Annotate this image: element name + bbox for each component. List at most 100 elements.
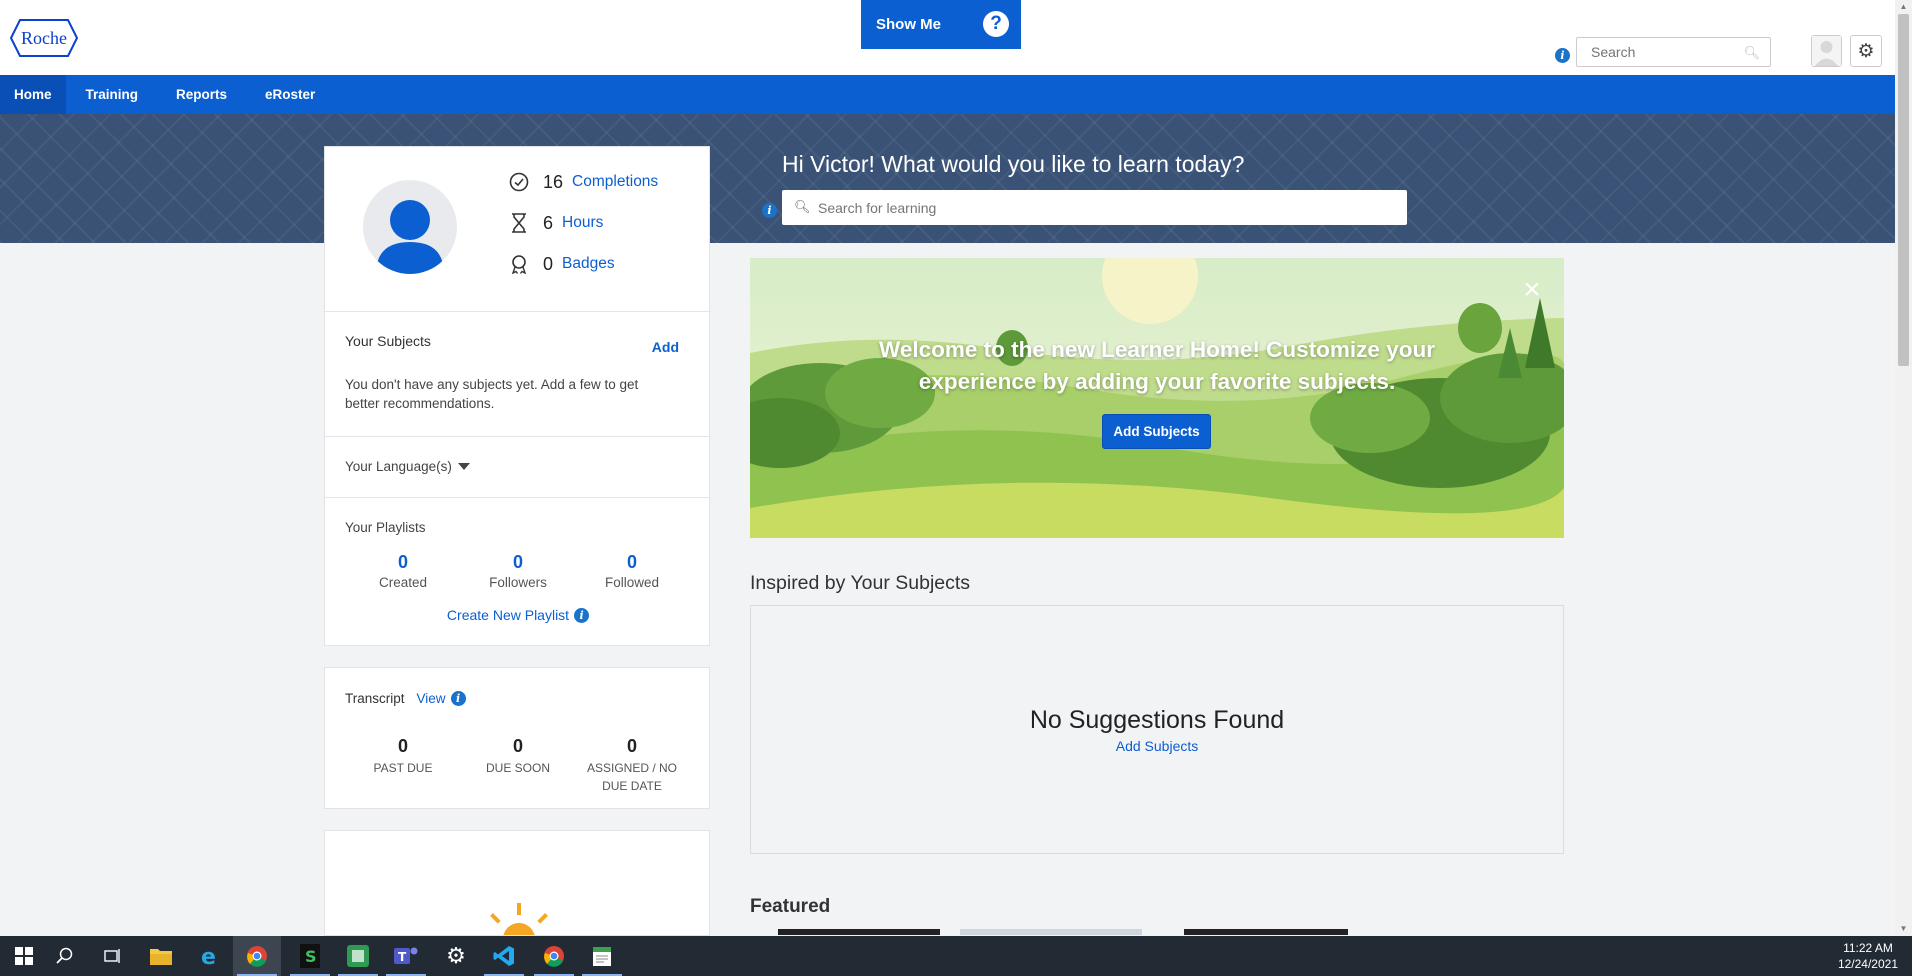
transcript-title: Transcript [345,691,405,706]
caret-down-icon [457,462,470,470]
app-s-taskbar[interactable]: S [286,936,334,976]
transcript-past-due[interactable]: 0 PAST DUE [348,736,458,777]
global-search[interactable]: 🔍︎ [1576,37,1771,67]
landscape-illustration [750,258,1564,538]
top-header: Roche Show Me ? i 🔍︎ ⚙ [0,0,1895,75]
chrome-taskbar-active[interactable] [233,936,281,976]
transcript-view-link[interactable]: View [417,691,446,706]
badges-link[interactable]: Badges [562,255,615,273]
chrome-icon [247,946,267,967]
global-search-input[interactable] [1577,38,1737,66]
transcript-card: Transcript View i 0 PAST DUE 0 DUE SOON … [324,667,710,809]
add-subject-link[interactable]: Add [652,339,679,355]
vscode-icon [493,946,514,966]
teams-icon: T [394,947,418,964]
show-me-label: Show Me [876,16,942,33]
search-icon[interactable]: 🔍︎ [1743,45,1760,61]
nav-training[interactable]: Training [72,75,153,114]
hours-count: 6 [543,212,554,233]
past-due-label: PAST DUE [373,761,433,775]
hours-link[interactable]: Hours [562,214,603,232]
no-suggestions-title: No Suggestions Found [1029,706,1285,734]
show-me-button[interactable]: Show Me ? [861,0,1021,49]
file-explorer-taskbar[interactable] [137,936,185,976]
stat-completions: 16 Completions [507,170,658,194]
due-soon-count: 0 [512,736,523,756]
close-icon[interactable]: × [1518,275,1546,305]
vscode-taskbar[interactable] [480,936,528,976]
playlists-title: Your Playlists [345,520,426,535]
learning-search[interactable]: 🔍︎ [782,190,1407,225]
settings-taskbar[interactable]: ⚙ [432,936,480,976]
gear-icon: ⚙ [446,943,466,968]
user-silhouette-icon [1812,36,1841,66]
language-dropdown[interactable]: Your Language(s) [345,459,470,474]
scroll-up-arrow-icon[interactable]: ▲ [1895,0,1912,14]
featured-item-2[interactable] [960,929,1142,935]
playlists-created[interactable]: 0 Created [348,552,458,590]
user-avatar-button[interactable] [1811,35,1842,67]
featured-item-3[interactable] [1184,929,1348,935]
playlist-info-icon[interactable]: i [574,607,590,623]
language-section: Your Language(s) [325,436,711,497]
nav-home[interactable]: Home [0,75,66,114]
person-icon [376,200,444,274]
settings-button[interactable]: ⚙ [1850,35,1882,67]
transcript-assigned[interactable]: 0 ASSIGNED / NO DUE DATE [577,736,687,795]
scroll-down-arrow-icon[interactable]: ▼ [1895,922,1912,936]
learning-search-input[interactable] [782,190,1372,225]
create-playlist-row: Create New Playlist i [325,607,711,623]
transcript-info-icon[interactable]: i [450,691,466,706]
playlists-followers[interactable]: 0 Followers [463,552,573,590]
suggestions-panel: No Suggestions Found Add Subjects [750,605,1564,854]
help-icon: ? [983,11,1009,37]
sun-icon [490,903,548,935]
s-app-icon: S [300,944,320,968]
playlists-section: Your Playlists 0 Created 0 Followers 0 F… [325,497,711,646]
due-soon-label: DUE SOON [485,761,550,775]
subjects-section: Your Subjects Add You don't have any sub… [325,311,711,436]
learning-search-info-icon[interactable]: i [762,203,777,218]
info-icon[interactable]: i [1555,48,1570,63]
featured-heading: Featured [750,896,831,917]
stat-hours: 6 Hours [507,211,603,235]
promo-card [324,830,710,936]
playlists-followed[interactable]: 0 Followed [577,552,687,590]
create-playlist-link[interactable]: Create New Playlist [447,607,569,623]
profile-card: 16 Completions 6 Hours 0 Badges Your Sub… [324,146,711,646]
main-nav: Home Training Reports eRoster [0,75,1895,114]
nav-reports[interactable]: Reports [162,75,241,114]
clock-date: 12/24/2021 [1837,957,1898,971]
suggestions-add-subjects-link[interactable]: Add Subjects [751,738,1563,754]
svg-text:S: S [305,947,317,966]
page-scrollbar[interactable]: ▲ ▼ [1895,0,1912,936]
gear-icon: ⚙ [1857,40,1875,62]
notepad-icon [593,947,611,966]
language-label: Your Language(s) [345,459,452,474]
subjects-empty-text: You don't have any subjects yet. Add a f… [345,377,639,411]
editor-taskbar[interactable] [578,936,626,976]
roche-logo[interactable]: Roche [9,18,79,58]
clock-time: 11:22 AM [1843,941,1893,955]
nav-eroster[interactable]: eRoster [251,75,329,114]
folder-icon [150,949,172,965]
chrome-icon [544,946,564,967]
svg-text:T: T [398,950,407,964]
banner-add-subjects-button[interactable]: Add Subjects [1102,414,1211,449]
taskbar-search-button[interactable] [41,936,89,976]
transcript-due-soon[interactable]: 0 DUE SOON [463,736,573,777]
past-due-count: 0 [397,736,408,756]
completions-link[interactable]: Completions [572,173,658,191]
internet-explorer-taskbar[interactable]: e [185,936,233,976]
app-green-taskbar[interactable] [334,936,382,976]
svg-text:e: e [201,945,216,967]
welcome-banner: Welcome to the new Learner Home! Customi… [750,258,1564,538]
chrome-profile-taskbar[interactable] [530,936,578,976]
teams-taskbar[interactable]: T [382,936,430,976]
system-clock[interactable]: 11:22 AM 12/24/2021 [1838,940,1898,972]
green-app-icon [347,945,369,967]
task-view-button[interactable] [89,936,137,976]
banner-message: Welcome to the new Learner Home! Customi… [879,337,1435,394]
featured-item-1[interactable] [778,929,940,935]
scrollbar-thumb[interactable] [1898,14,1909,366]
